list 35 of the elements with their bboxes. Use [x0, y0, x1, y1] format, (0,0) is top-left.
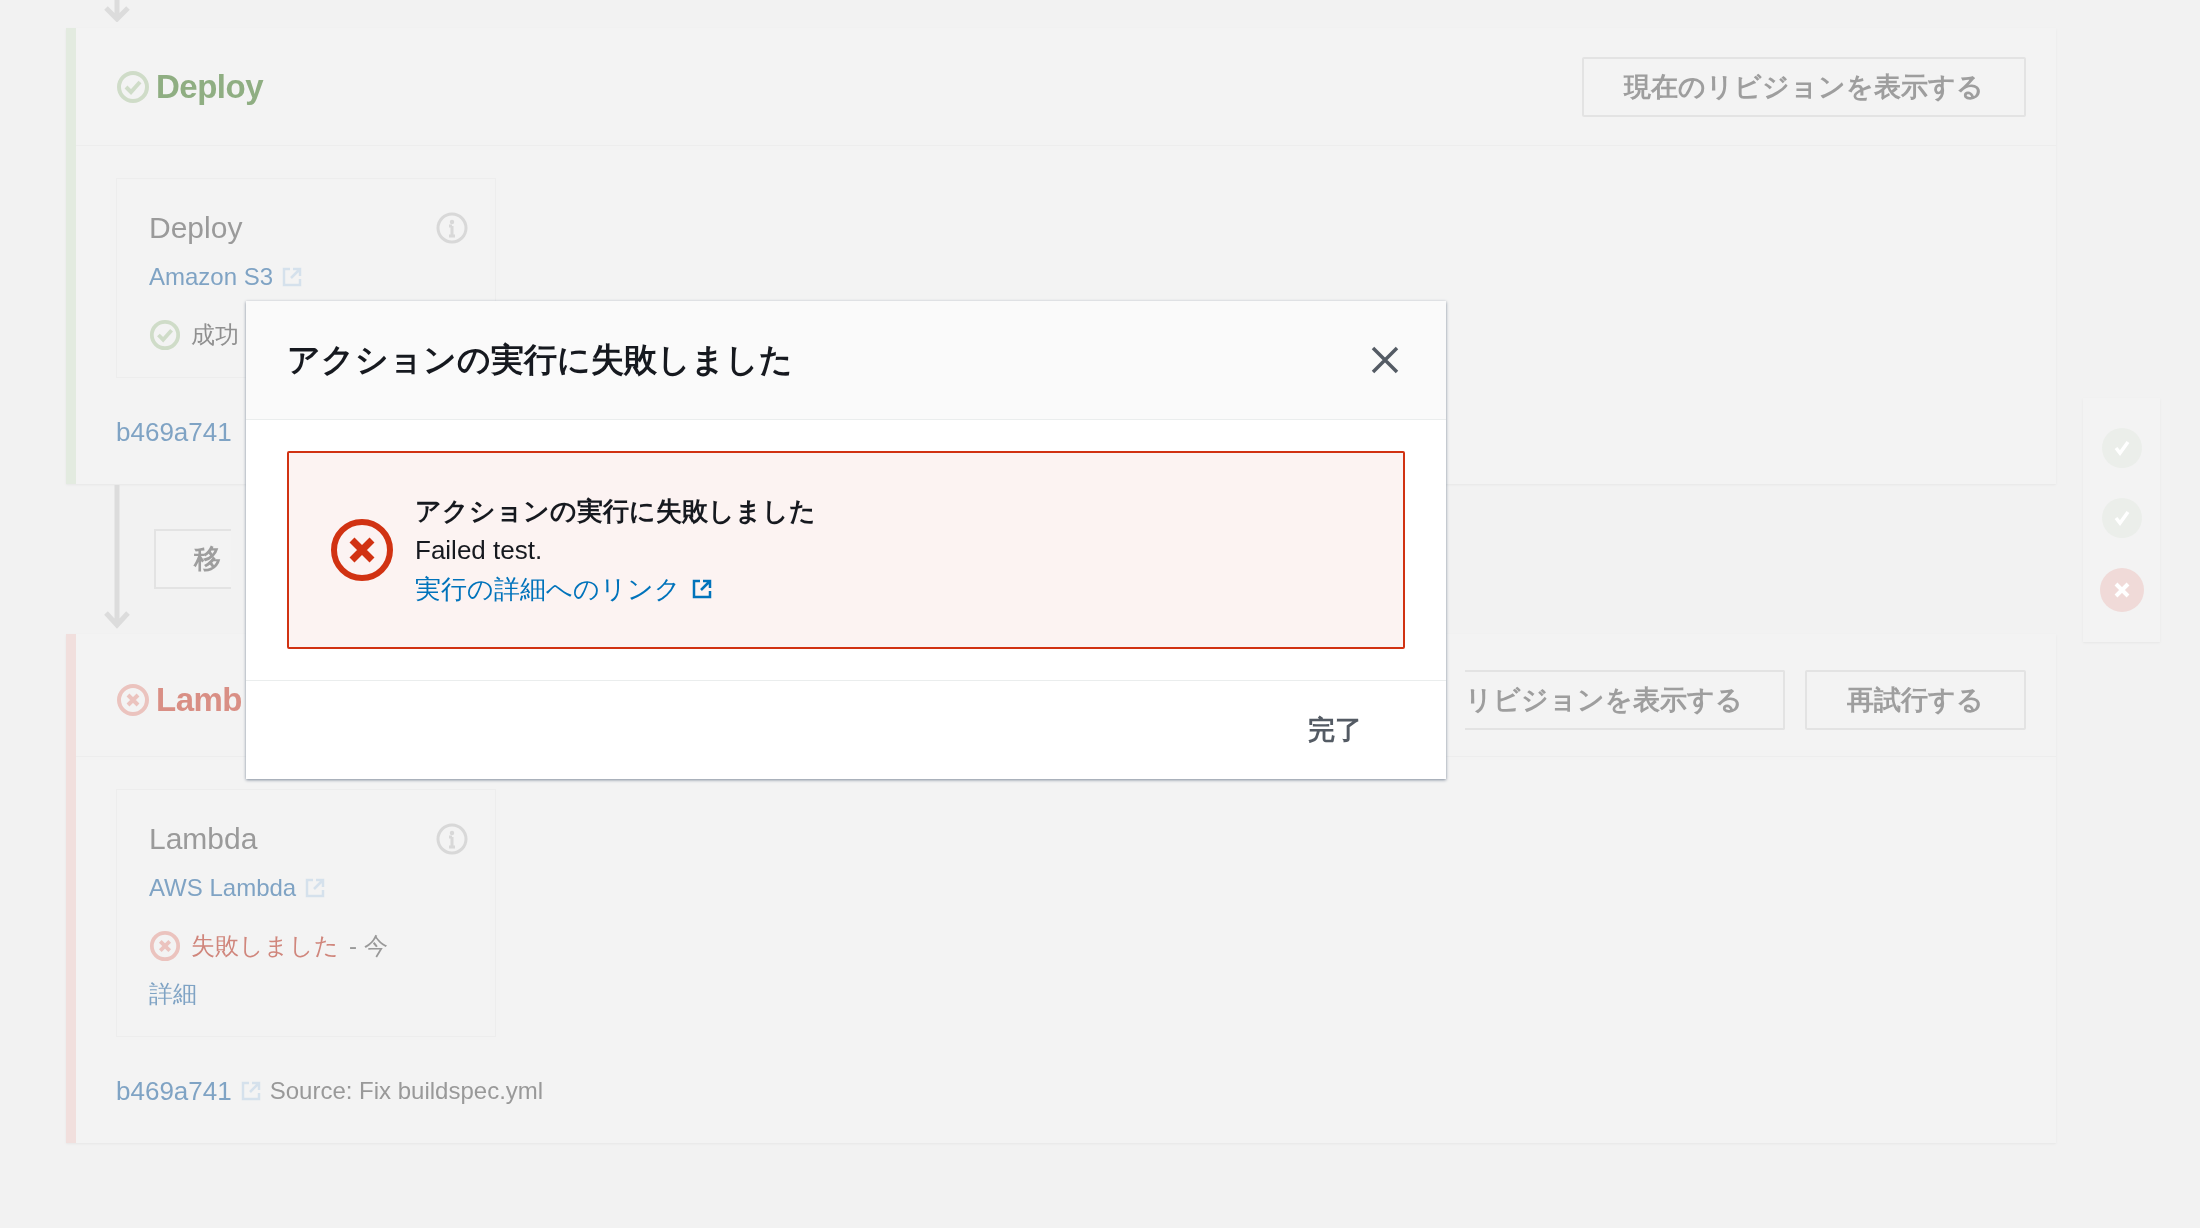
error-circle-icon	[116, 683, 150, 717]
alert-message: Failed test.	[415, 534, 544, 566]
provider-link[interactable]: Amazon S3	[149, 263, 274, 291]
error-circle-icon	[149, 930, 181, 962]
external-link-icon	[239, 1080, 262, 1102]
execution-details-link[interactable]: 実行の詳細へのリンク	[415, 571, 681, 607]
stage-title: Lamb	[156, 681, 242, 719]
dialog-title: アクションの実行に失敗しました	[287, 339, 793, 380]
status-time: - 今	[349, 931, 388, 961]
action-status: 成功	[191, 320, 239, 350]
external-link-icon	[281, 266, 304, 288]
stage-button[interactable]: リビジョンを表示する	[1465, 670, 1785, 730]
error-circle-icon	[329, 517, 395, 583]
provider-link[interactable]: AWS Lambda	[149, 874, 297, 902]
check-circle-icon	[116, 69, 150, 104]
stage-title: Deploy	[156, 67, 264, 106]
action-name: Lambda	[149, 822, 258, 856]
revision-link[interactable]: b469a741	[116, 1075, 232, 1107]
stage-button[interactable]: 再試行する	[1805, 670, 2026, 730]
details-link[interactable]: 詳細	[149, 978, 465, 1010]
check-circle-icon	[149, 319, 181, 351]
info-icon	[435, 822, 469, 856]
alert-title: アクションの実行に失敗しました	[415, 494, 816, 528]
revision-link[interactable]: b469a741	[116, 416, 232, 448]
external-link-icon	[691, 578, 713, 600]
external-link-icon	[304, 877, 327, 899]
done-button[interactable]: 完了	[1284, 704, 1386, 756]
stage-status-icon[interactable]	[2099, 568, 2144, 612]
action-name: Deploy	[149, 211, 243, 245]
revision-source: Source: Fix buildspec.yml	[269, 1077, 544, 1105]
transition-button[interactable]: 移	[154, 529, 231, 589]
stage-button[interactable]: 現在のリビジョンを表示する	[1582, 56, 2026, 117]
action-status: 失敗しました	[191, 931, 339, 961]
close-button[interactable]	[1370, 345, 1400, 375]
info-icon	[435, 211, 469, 245]
